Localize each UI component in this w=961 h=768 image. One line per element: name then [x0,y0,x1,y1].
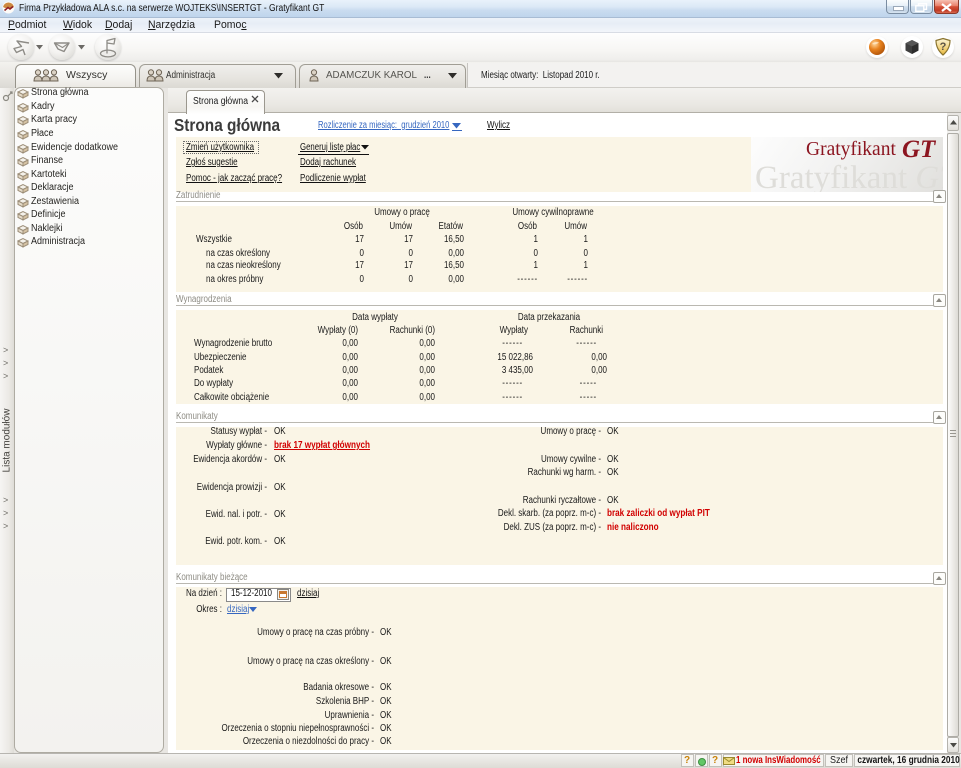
svg-text:?: ? [940,41,947,53]
